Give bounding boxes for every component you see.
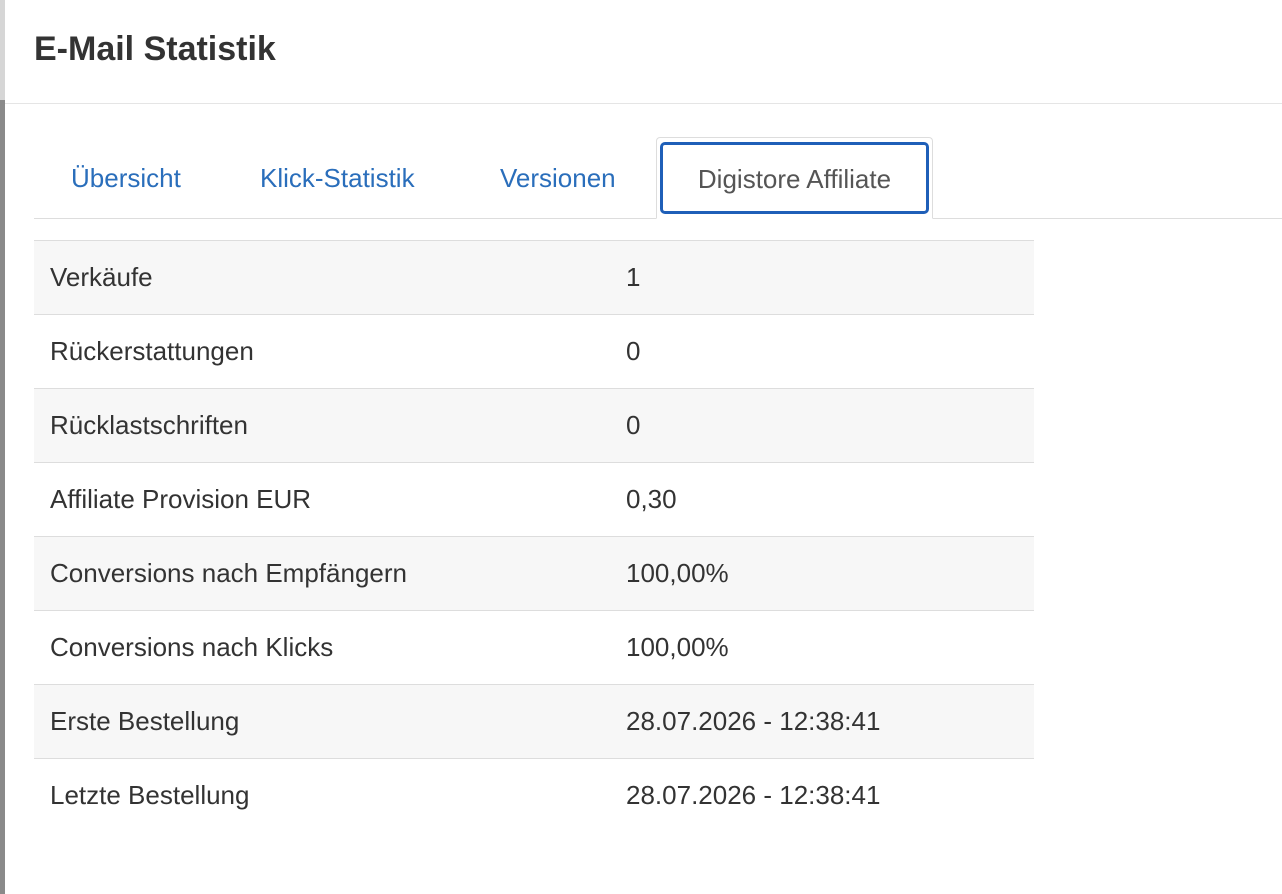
tab-bar: Übersicht Klick-Statistik Versionen Digi…: [34, 137, 1282, 219]
stat-value-affiliate-commission: 0,30: [610, 462, 1034, 537]
stat-label-last-order: Letzte Bestellung: [34, 758, 610, 833]
stat-label-sales: Verkäufe: [34, 240, 610, 315]
table-row: Affiliate Provision EUR 0,30: [34, 462, 1034, 537]
table-row: Rücklastschriften 0: [34, 388, 1034, 463]
stat-value-sales: 1: [610, 240, 1034, 315]
table-row: Conversions nach Empfängern 100,00%: [34, 536, 1034, 611]
stat-value-refunds: 0: [610, 314, 1034, 389]
stat-label-chargebacks: Rücklastschriften: [34, 388, 610, 463]
stat-label-conversions-clicks: Conversions nach Klicks: [34, 610, 610, 685]
stat-value-chargebacks: 0: [610, 388, 1034, 463]
stat-value-first-order: 28.07.2026 - 12:38:41: [610, 684, 1034, 759]
table-row: Letzte Bestellung 28.07.2026 - 12:38:41: [34, 758, 1034, 833]
table-row: Rückerstattungen 0: [34, 314, 1034, 389]
modal-title: E-Mail Statistik: [34, 30, 276, 68]
stat-label-conversions-recipients: Conversions nach Empfängern: [34, 536, 610, 611]
stat-value-conversions-clicks: 100,00%: [610, 610, 1034, 685]
tab-digistore-affiliate[interactable]: Digistore Affiliate: [656, 137, 933, 219]
tab-versions[interactable]: Versionen: [500, 137, 616, 219]
table-row: Verkäufe 1: [34, 240, 1034, 315]
table-row: Conversions nach Klicks 100,00%: [34, 610, 1034, 685]
tab-overview[interactable]: Übersicht: [71, 137, 181, 219]
tab-digistore-affiliate-label: Digistore Affiliate: [697, 164, 892, 194]
stat-value-last-order: 28.07.2026 - 12:38:41: [610, 758, 1034, 833]
affiliate-stats-table: Verkäufe 1 Rückerstattungen 0 Rücklastsc…: [34, 240, 1034, 833]
email-statistics-modal: E-Mail Statistik Übersicht Klick-Statist…: [5, 0, 1282, 894]
stat-label-first-order: Erste Bestellung: [34, 684, 610, 759]
stat-label-refunds: Rückerstattungen: [34, 314, 610, 389]
stat-value-conversions-recipients: 100,00%: [610, 536, 1034, 611]
modal-header: E-Mail Statistik: [5, 0, 1282, 104]
stat-label-affiliate-commission: Affiliate Provision EUR: [34, 462, 610, 537]
tab-click-statistics[interactable]: Klick-Statistik: [260, 137, 415, 219]
table-row: Erste Bestellung 28.07.2026 - 12:38:41: [34, 684, 1034, 759]
